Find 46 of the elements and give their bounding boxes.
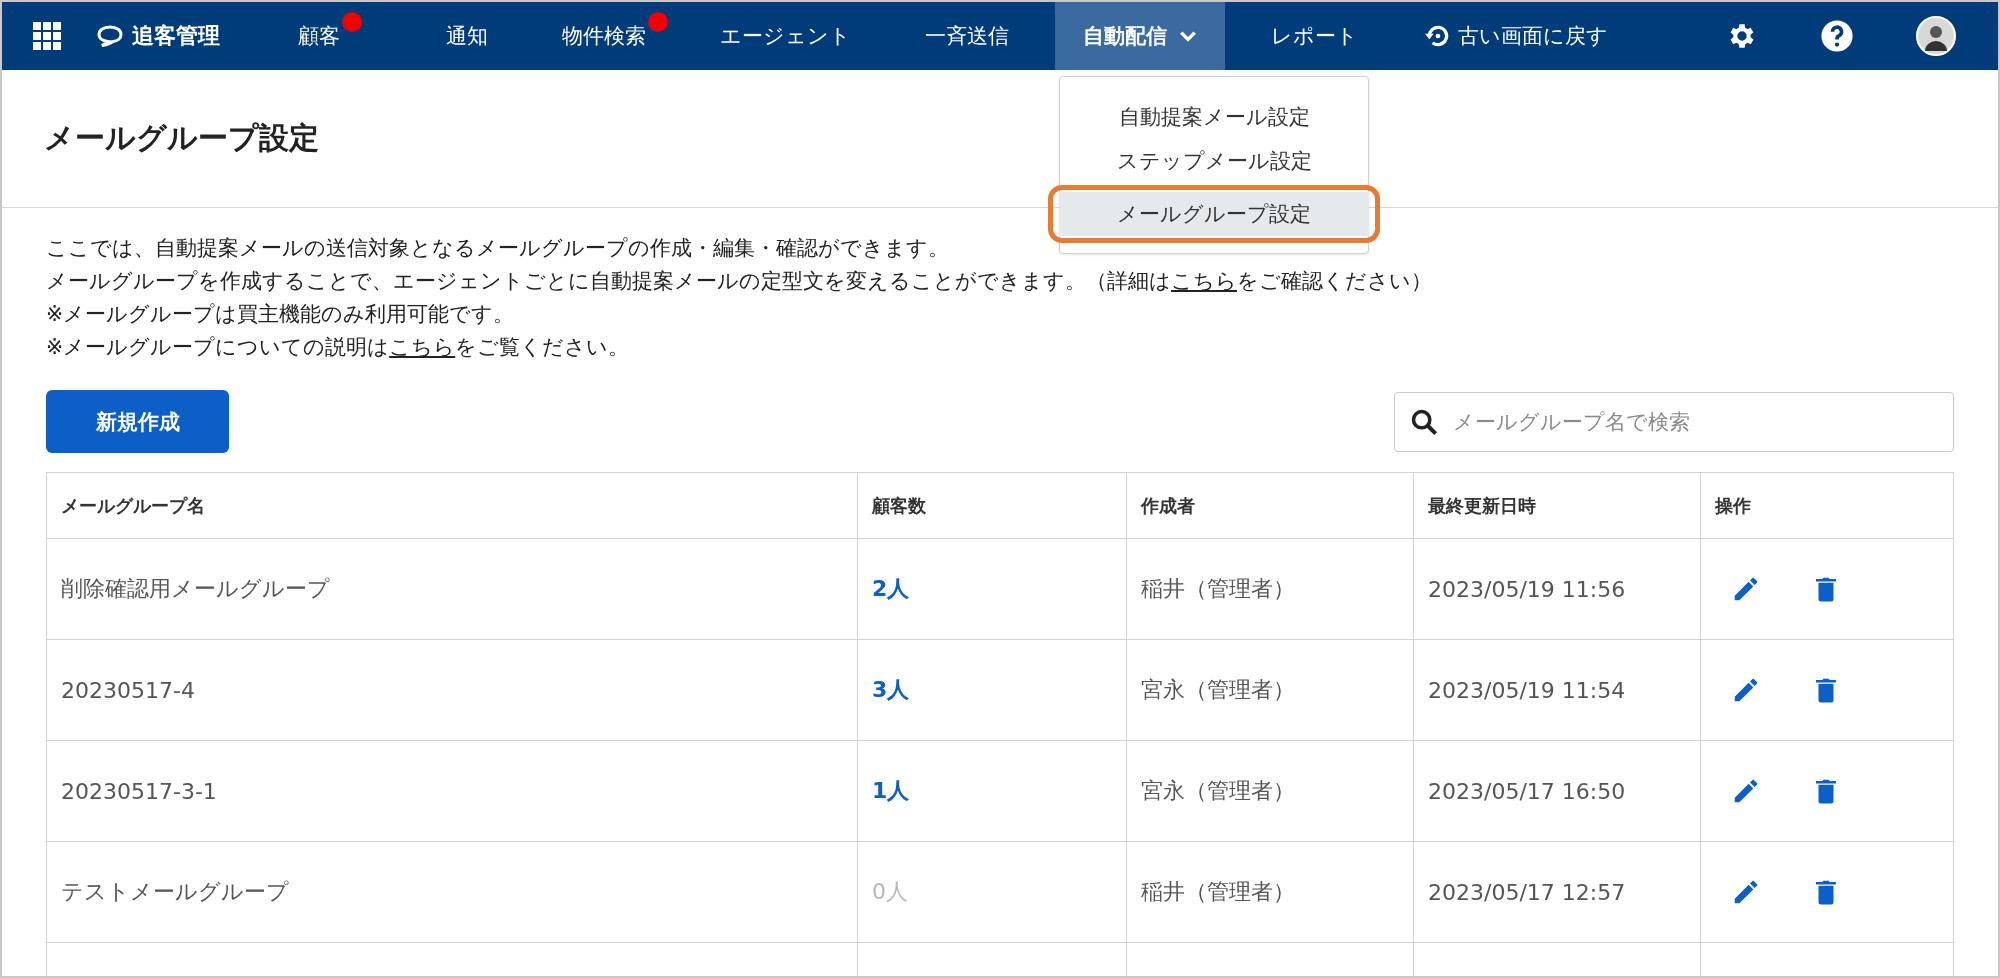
page-title: メールグループ設定 [44, 119, 319, 157]
column-header: 顧客数 [857, 472, 1127, 539]
table-cell: 稲井（管理者） [1126, 538, 1414, 640]
user-avatar[interactable] [1916, 16, 1956, 56]
help-icon[interactable] [1820, 19, 1854, 53]
create-button[interactable]: 新規作成 [46, 390, 229, 453]
column-header: 作成者 [1126, 472, 1414, 539]
column-header: メールグループ名 [46, 472, 858, 539]
apps-grid-icon[interactable] [32, 21, 62, 51]
back-to-old-screen-link[interactable]: 古い画面に戻す [1404, 2, 1628, 70]
search-field[interactable]: メールグループ名で検索 [1394, 391, 1954, 452]
table-cell: 2023/05/19 11:56 [1413, 538, 1701, 640]
menu-item[interactable]: メールグループ設定 [1059, 192, 1369, 236]
table-cell: 20230517-3-1 [46, 740, 858, 842]
table-cell: 20230517-4 [46, 639, 858, 741]
table-cell: 宮永（管理者） [1126, 740, 1414, 842]
brand-name[interactable]: 追客管理 [132, 21, 220, 51]
column-header: 操作 [1700, 472, 1954, 539]
nav-tab[interactable]: 顧客 [270, 2, 368, 70]
table-cell: 2023/05/17 12:57 [1413, 841, 1701, 943]
details-link[interactable]: こちら [389, 335, 456, 359]
table-cell: 削除確認用メールグループ [46, 538, 858, 640]
nav-tab[interactable]: 通知 [418, 2, 516, 70]
nav-tab[interactable]: 物件検索 [534, 2, 674, 70]
menu-item[interactable]: ステップメール設定 [1060, 139, 1368, 183]
table-cell: 宮永（管理者） [1126, 639, 1414, 741]
table-cell: 2023/05/17 16:50 [1413, 740, 1701, 842]
table-cell: テストメールグループ [46, 841, 858, 943]
details-link[interactable]: こちら [1171, 269, 1237, 293]
description-text: メールグループを作成することで、エージェントごとに自動提案メールの定型文を変えることができます。（詳細は こちら をご確認ください） [46, 268, 1433, 295]
description-text: ここでは、自動提案メールの送信対象となるメールグループの作成・編集・確認ができます。 [46, 235, 950, 262]
nav-tab[interactable]: 一斉送信 [897, 2, 1037, 70]
chevron-down-icon [1179, 30, 1197, 42]
customer-count-link[interactable]: 2人 [872, 576, 910, 601]
nav-tab[interactable]: エージェント [692, 2, 879, 70]
menu-item[interactable]: 自動提案メール設定 [1060, 95, 1368, 139]
column-header: 最終更新日時 [1413, 472, 1701, 539]
table-cell: 2023/05/19 11:54 [1413, 639, 1701, 741]
speech-bubble-icon [96, 24, 124, 48]
nav-tab[interactable]: レポート [1243, 2, 1386, 70]
nav-tab[interactable]: 自動配信 [1055, 2, 1225, 70]
description-text: ※メールグループについての説明は こちら をご覧ください。 [46, 334, 631, 361]
customer-count-link[interactable]: 1人 [872, 778, 910, 803]
customer-count-link[interactable]: 3人 [872, 677, 910, 702]
description-text: ※メールグループは買主機能のみ利用可能です。 [46, 301, 516, 328]
table-cell: 稲井（管理者） [1126, 841, 1414, 943]
